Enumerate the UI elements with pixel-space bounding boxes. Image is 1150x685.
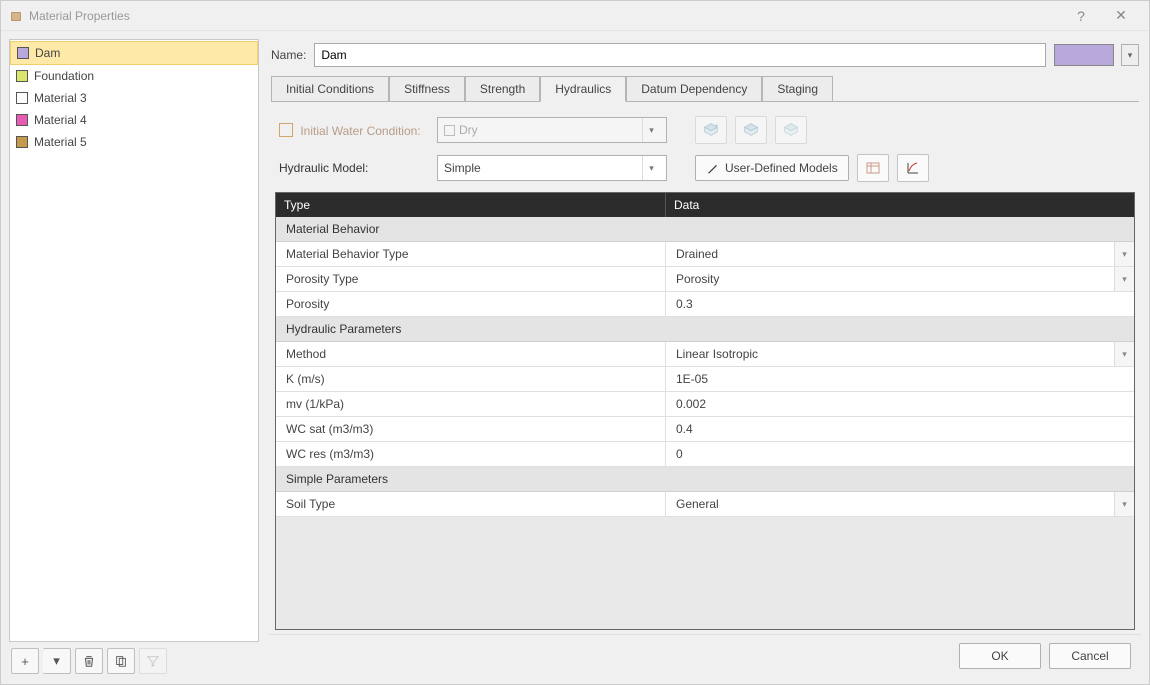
- tab-stiffness[interactable]: Stiffness: [389, 76, 465, 102]
- property-value[interactable]: Porosity▾: [666, 267, 1134, 291]
- material-item-label: Dam: [35, 43, 60, 63]
- property-name: Material Behavior Type: [276, 242, 666, 266]
- material-swatch-icon: [16, 114, 28, 126]
- close-button[interactable]: ✕: [1101, 1, 1141, 31]
- tab-initial[interactable]: Initial Conditions: [271, 76, 389, 102]
- app-icon: [9, 9, 23, 23]
- property-row: WC res (m3/m3)0: [276, 442, 1134, 467]
- chevron-down-icon[interactable]: ▾: [1114, 242, 1134, 266]
- add-material-button[interactable]: +: [11, 648, 39, 674]
- section-header: Hydraulic Parameters: [276, 317, 1134, 342]
- header-data: Data: [666, 193, 1134, 217]
- material-item-3[interactable]: Material 4: [10, 109, 258, 131]
- cancel-button[interactable]: Cancel: [1049, 643, 1131, 669]
- property-name: Porosity Type: [276, 267, 666, 291]
- property-name: Soil Type: [276, 492, 666, 516]
- property-row: Soil TypeGeneral▾: [276, 492, 1134, 517]
- property-row: mv (1/kPa)0.002: [276, 392, 1134, 417]
- hydraulics-panel: Initial Water Condition: Dry ▾ +: [269, 102, 1141, 634]
- material-item-label: Material 5: [34, 132, 87, 152]
- material-item-1[interactable]: Foundation: [10, 65, 258, 87]
- property-name: Porosity: [276, 292, 666, 316]
- hydraulic-model-label: Hydraulic Model:: [279, 161, 429, 175]
- property-value[interactable]: 0.002: [666, 392, 1134, 416]
- cube-button-3[interactable]: [775, 116, 807, 144]
- section-header: Material Behavior: [276, 217, 1134, 242]
- property-row: WC sat (m3/m3)0.4: [276, 417, 1134, 442]
- chevron-down-icon[interactable]: ▾: [1114, 342, 1134, 366]
- property-value[interactable]: 0.4: [666, 417, 1134, 441]
- material-item-label: Foundation: [34, 66, 94, 86]
- tab-staging[interactable]: Staging: [762, 76, 833, 102]
- table-settings-button[interactable]: [857, 154, 889, 182]
- property-name: WC res (m3/m3): [276, 442, 666, 466]
- material-properties-dialog: Material Properties ? ✕ DamFoundationMat…: [0, 0, 1150, 685]
- filter-button[interactable]: [139, 648, 167, 674]
- user-defined-models-button[interactable]: User-Defined Models: [695, 155, 849, 181]
- section-header: Simple Parameters: [276, 467, 1134, 492]
- material-item-label: Material 4: [34, 110, 87, 130]
- window-title: Material Properties: [29, 9, 130, 23]
- material-item-label: Material 3: [34, 88, 87, 108]
- property-name: WC sat (m3/m3): [276, 417, 666, 441]
- ok-button[interactable]: OK: [959, 643, 1041, 669]
- material-swatch-icon: [17, 47, 29, 59]
- plot-button[interactable]: [897, 154, 929, 182]
- property-row: MethodLinear Isotropic▾: [276, 342, 1134, 367]
- delete-material-button[interactable]: [75, 648, 103, 674]
- material-color-swatch[interactable]: [1054, 44, 1114, 66]
- sidebar-toolbar: + ▾: [9, 648, 259, 676]
- materials-list[interactable]: Dam FoundationMaterial 3Material 4Materia…: [9, 39, 259, 642]
- property-name: Method: [276, 342, 666, 366]
- property-row: Material Behavior TypeDrained▾: [276, 242, 1134, 267]
- hydraulic-model-select[interactable]: Simple ▾: [437, 155, 667, 181]
- property-grid: Type Data Material BehaviorMaterial Beha…: [275, 192, 1135, 630]
- chevron-down-icon[interactable]: ▾: [1114, 492, 1134, 516]
- copy-material-button[interactable]: [107, 648, 135, 674]
- material-swatch-icon: [16, 70, 28, 82]
- tab-hydraulics[interactable]: Hydraulics: [540, 76, 626, 102]
- initial-water-check-label[interactable]: Initial Water Condition:: [279, 123, 429, 138]
- property-row: Porosity0.3: [276, 292, 1134, 317]
- initial-water-select: Dry ▾: [437, 117, 667, 143]
- property-value[interactable]: Linear Isotropic▾: [666, 342, 1134, 366]
- property-name: K (m/s): [276, 367, 666, 391]
- material-swatch-icon: [16, 92, 28, 104]
- initial-water-checkbox[interactable]: [279, 123, 293, 137]
- property-value[interactable]: 0.3: [666, 292, 1134, 316]
- add-layer-button[interactable]: +: [695, 116, 727, 144]
- property-value[interactable]: Drained▾: [666, 242, 1134, 266]
- header-type: Type: [276, 193, 666, 217]
- material-name-input[interactable]: [314, 43, 1046, 67]
- material-item-0[interactable]: Dam: [10, 41, 258, 65]
- material-color-dropdown[interactable]: ▾: [1121, 44, 1139, 66]
- material-swatch-icon: [16, 136, 28, 148]
- titlebar: Material Properties ? ✕: [1, 1, 1149, 31]
- property-grid-header: Type Data: [276, 193, 1134, 217]
- add-material-dropdown[interactable]: ▾: [43, 648, 71, 674]
- property-row: K (m/s)1E-05: [276, 367, 1134, 392]
- property-value[interactable]: 1E-05: [666, 367, 1134, 391]
- svg-text:+: +: [715, 121, 719, 129]
- help-button[interactable]: ?: [1061, 1, 1101, 31]
- material-item-4[interactable]: Material 5: [10, 131, 258, 153]
- tab-datum[interactable]: Datum Dependency: [626, 76, 762, 102]
- cube-button-2[interactable]: [735, 116, 767, 144]
- property-row: Porosity TypePorosity▾: [276, 267, 1134, 292]
- tab-strength[interactable]: Strength: [465, 76, 540, 102]
- chevron-down-icon[interactable]: ▾: [1114, 267, 1134, 291]
- material-item-2[interactable]: Material 3: [10, 87, 258, 109]
- tab-bar: Initial ConditionsStiffnessStrengthHydra…: [271, 75, 1139, 102]
- name-label: Name:: [271, 48, 306, 62]
- property-value[interactable]: 0: [666, 442, 1134, 466]
- property-value[interactable]: General▾: [666, 492, 1134, 516]
- property-name: mv (1/kPa): [276, 392, 666, 416]
- dialog-footer: OK Cancel: [269, 634, 1141, 676]
